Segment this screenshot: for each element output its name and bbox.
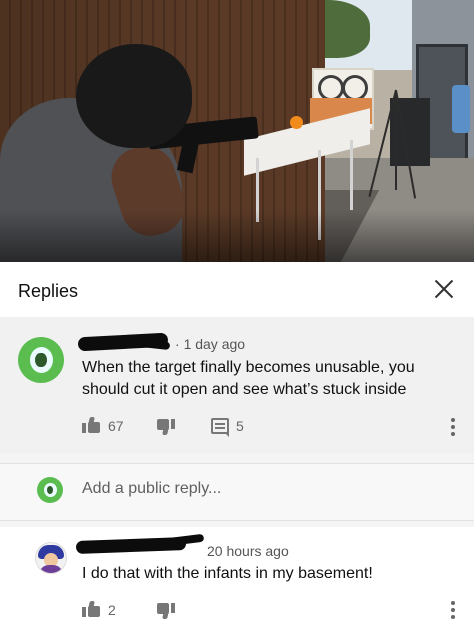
kebab-dot (451, 432, 455, 436)
like-count: 2 (108, 602, 116, 618)
video-person-head (76, 44, 192, 148)
kebab-dot (451, 615, 455, 619)
comment-text-line1: When the target finally becomes unusable… (82, 359, 415, 376)
thumbs-down-icon[interactable] (157, 603, 175, 619)
add-reply-input[interactable]: Add a public reply... (82, 480, 221, 498)
close-icon[interactable] (430, 275, 458, 303)
avatar[interactable] (18, 337, 64, 383)
avatar[interactable] (35, 542, 67, 574)
thumbs-up-icon[interactable] (82, 601, 100, 617)
thumb-cuff (82, 423, 86, 433)
like-count: 67 (108, 418, 124, 434)
kebab-dot (451, 418, 455, 422)
tripod-leg (395, 90, 397, 190)
table-leg (350, 140, 353, 210)
comment-text: I do that with the infants in my basemen… (82, 565, 373, 582)
avatar-shirt (39, 565, 63, 573)
add-reply-row[interactable]: Add a public reply... (0, 463, 474, 521)
more-vert-icon[interactable] (451, 418, 455, 436)
thumb-cuff (171, 603, 175, 613)
thumb-digit (162, 427, 169, 435)
reply-count: 5 (236, 418, 244, 434)
thumb-cuff (171, 419, 175, 429)
video-orange-ball (290, 116, 303, 129)
comment-timestamp: · 1 day ago (175, 336, 246, 352)
top-comment: · 1 day ago When the target finally beco… (0, 317, 474, 453)
video-water-jug (452, 85, 470, 133)
avatar (37, 477, 63, 503)
replies-title: Replies (18, 281, 79, 301)
comment-timestamp-text: 1 day ago (183, 336, 246, 352)
avatar-iris (35, 352, 47, 368)
kebab-dot (451, 601, 455, 605)
more-vert-icon[interactable] (451, 601, 455, 619)
thumbs-up-icon[interactable] (82, 417, 100, 433)
video-shadow-overlay (0, 210, 474, 262)
reply-icon[interactable] (211, 418, 229, 437)
replies-header: Replies (0, 262, 474, 317)
comment-text-line2: should cut it open and see what’s stuck … (82, 381, 407, 398)
comment-timestamp: 20 hours ago (207, 543, 289, 559)
kebab-dot (451, 425, 455, 429)
reply-comment: 20 hours ago I do that with the infants … (0, 527, 474, 641)
thumbs-down-icon[interactable] (157, 419, 175, 435)
video-player[interactable] (0, 0, 474, 262)
thumb-cuff (82, 607, 86, 617)
thumb-digit (162, 611, 169, 619)
kebab-dot (451, 608, 455, 612)
